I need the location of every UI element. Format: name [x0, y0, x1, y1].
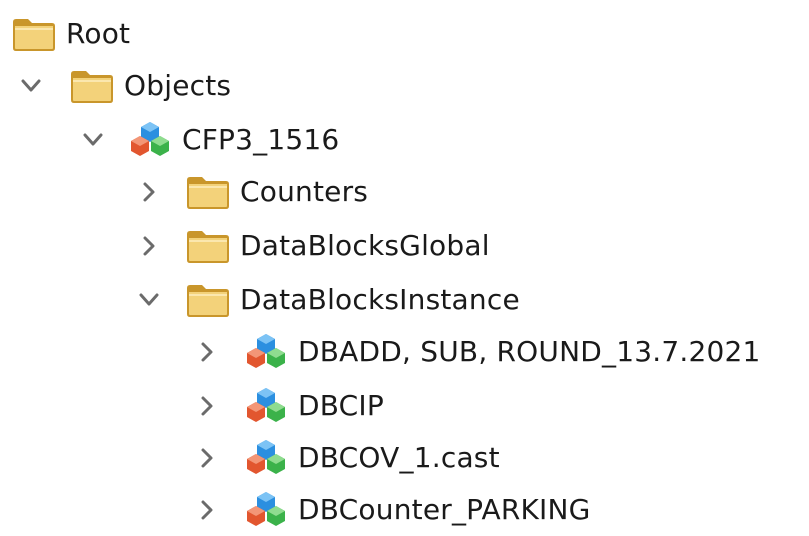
tree-item-label: Objects — [124, 69, 232, 102]
chevron-right-icon[interactable] — [136, 231, 162, 261]
folder-icon — [184, 280, 232, 320]
component-cubes-icon — [242, 438, 290, 478]
folder-icon — [10, 14, 58, 54]
folder-icon — [184, 172, 232, 212]
tree-item-instance-db[interactable]: DBADD, SUB, ROUND_13.7.2021 — [194, 326, 761, 378]
tree-item-instance-db[interactable]: DBCIP — [194, 380, 384, 432]
tree-view: Root Objects CFP3_1516 Counters DataBloc… — [0, 0, 809, 529]
component-cubes-icon — [242, 332, 290, 372]
component-cubes-icon — [126, 120, 174, 160]
tree-item-instance-db[interactable]: DBCounter_PARKING — [194, 484, 591, 536]
chevron-down-icon[interactable] — [80, 125, 106, 155]
tree-item-label: DBADD, SUB, ROUND_13.7.2021 — [298, 335, 761, 368]
tree-item-counters[interactable]: Counters — [136, 166, 368, 218]
chevron-right-icon[interactable] — [194, 443, 220, 473]
chevron-right-icon[interactable] — [194, 391, 220, 421]
folder-icon — [184, 226, 232, 266]
tree-item-label: DataBlocksInstance — [240, 283, 520, 316]
tree-item-label: Root — [66, 17, 131, 50]
chevron-right-icon[interactable] — [194, 495, 220, 525]
tree-item-root[interactable]: Root — [10, 8, 130, 60]
chevron-right-icon[interactable] — [136, 177, 162, 207]
tree-item-label: Counters — [240, 175, 369, 208]
tree-item-cfp3-1516[interactable]: CFP3_1516 — [80, 114, 339, 166]
chevron-down-icon[interactable] — [136, 285, 162, 315]
tree-item-label: DBCounter_PARKING — [298, 493, 591, 526]
tree-item-datablocks-instance[interactable]: DataBlocksInstance — [136, 274, 520, 326]
tree-item-label: CFP3_1516 — [182, 123, 340, 156]
tree-item-datablocks-global[interactable]: DataBlocksGlobal — [136, 220, 490, 272]
chevron-right-icon[interactable] — [194, 337, 220, 367]
component-cubes-icon — [242, 490, 290, 530]
tree-item-objects[interactable]: Objects — [18, 60, 231, 112]
folder-icon — [68, 66, 116, 106]
tree-item-label: DataBlocksGlobal — [240, 229, 490, 262]
tree-item-instance-db[interactable]: DBCOV_1.cast — [194, 432, 500, 484]
chevron-down-icon[interactable] — [18, 71, 44, 101]
tree-item-label: DBCIP — [298, 389, 384, 422]
component-cubes-icon — [242, 386, 290, 426]
tree-item-label: DBCOV_1.cast — [298, 441, 500, 474]
